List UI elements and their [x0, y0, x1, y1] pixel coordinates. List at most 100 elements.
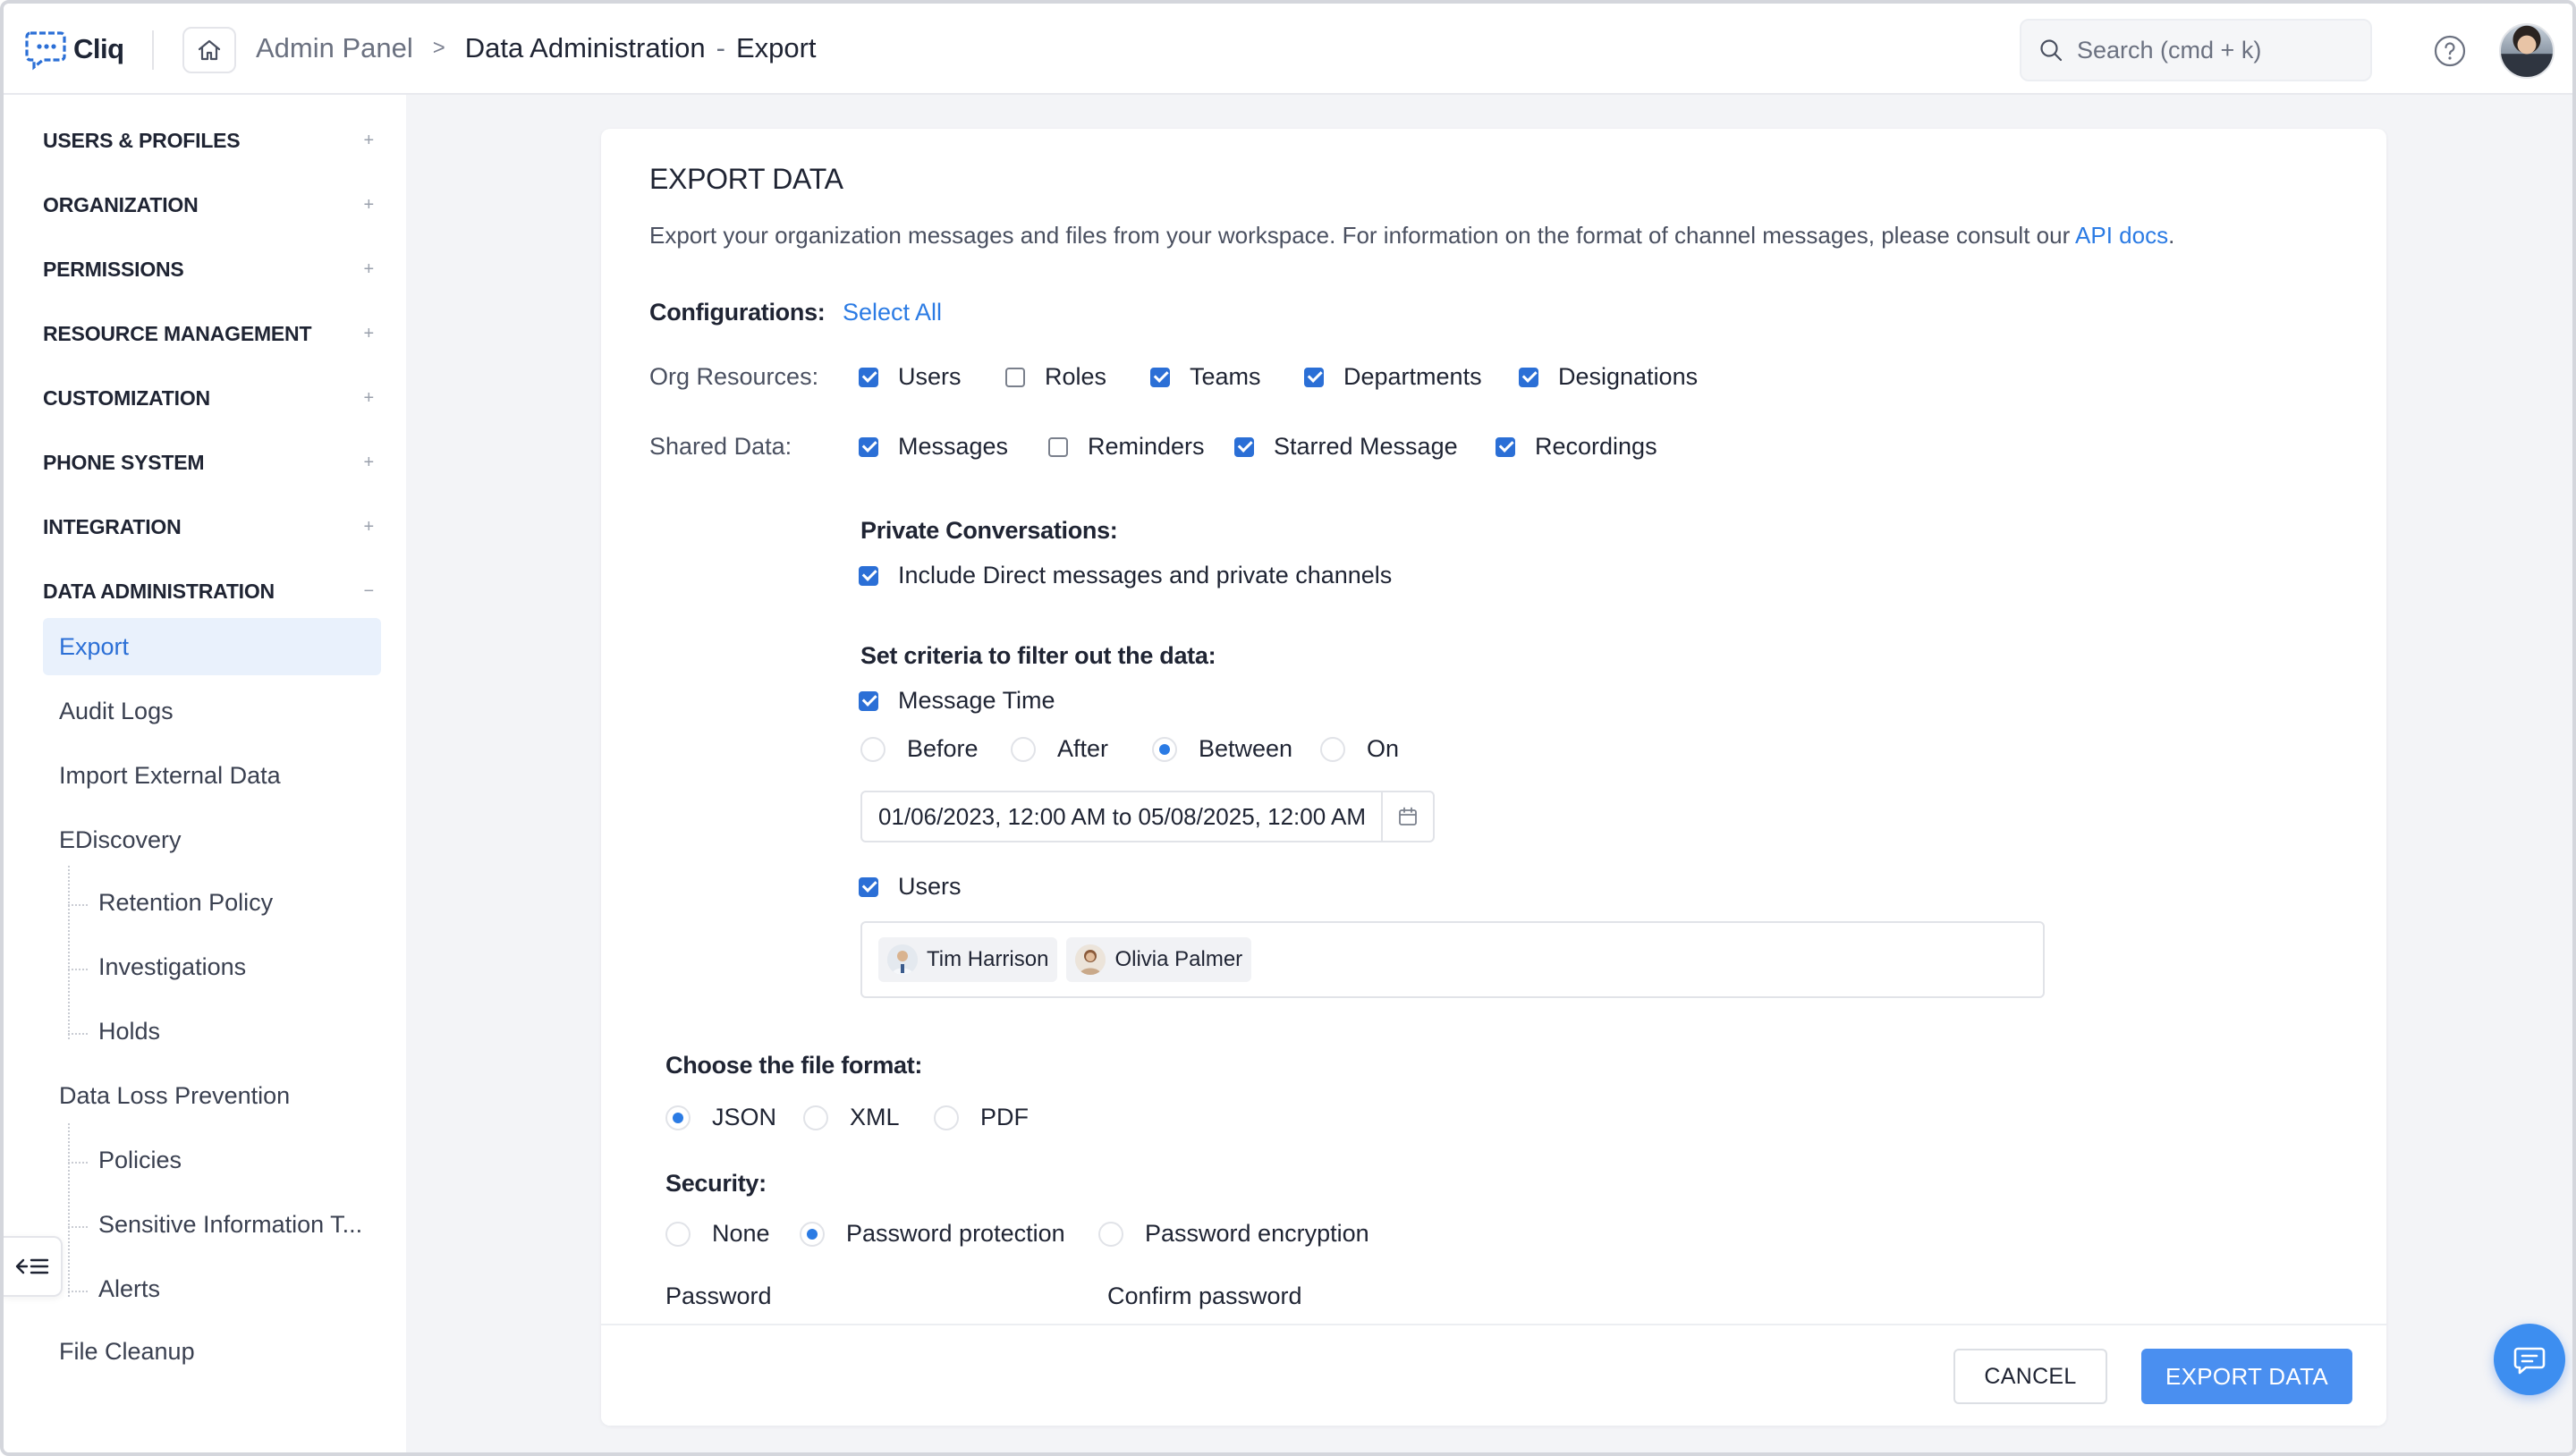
format-json-radio[interactable]: JSON — [665, 1104, 776, 1131]
sidebar-section-users-profiles[interactable]: USERS & PROFILES + — [43, 129, 374, 153]
search-bar[interactable] — [2020, 19, 2372, 81]
chat-button[interactable] — [2494, 1324, 2565, 1395]
sidebar-section-data-administration[interactable]: DATA ADMINISTRATION − — [43, 580, 374, 604]
sidebar-item-policies[interactable]: Policies — [98, 1147, 182, 1174]
org-users-checkbox[interactable]: Users — [859, 363, 962, 391]
breadcrumb: Admin Panel > Data Administration - Expo… — [256, 32, 817, 64]
breadcrumb-admin-panel[interactable]: Admin Panel — [256, 32, 413, 64]
sidebar-section-integration[interactable]: INTEGRATION + — [43, 515, 374, 539]
sidebar-item-file-cleanup[interactable]: File Cleanup — [43, 1323, 381, 1380]
time-after-radio[interactable]: After — [1011, 735, 1108, 763]
date-range-value[interactable]: 01/06/2023, 12:00 AM to 05/08/2025, 12:0… — [862, 803, 1381, 831]
checkbox-unchecked[interactable] — [1048, 436, 1068, 457]
export-data-button[interactable]: EXPORT DATA — [2141, 1349, 2352, 1404]
org-departments-checkbox[interactable]: Departments — [1304, 363, 1482, 391]
org-designations-checkbox[interactable]: Designations — [1519, 363, 1698, 391]
sidebar-item-alerts[interactable]: Alerts — [98, 1275, 160, 1303]
cliq-logo[interactable]: Cliq — [25, 27, 124, 72]
sidebar-item-sensitive-information[interactable]: Sensitive Information T... — [98, 1211, 362, 1239]
checkbox-checked[interactable] — [1150, 367, 1170, 387]
radio-unselected[interactable] — [860, 736, 886, 762]
tree-branch — [68, 969, 88, 970]
security-none-radio[interactable]: None — [665, 1220, 770, 1248]
radio-unselected[interactable] — [1320, 736, 1345, 762]
sidebar-section-organization[interactable]: ORGANIZATION + — [43, 193, 374, 217]
checkbox-checked[interactable] — [859, 436, 878, 457]
user-chip-name: Tim Harrison — [927, 947, 1049, 971]
collapse-icon: − — [363, 581, 375, 601]
cancel-button[interactable]: CANCEL — [1953, 1349, 2107, 1404]
export-data-card: EXPORT DATA Export your organization mes… — [601, 129, 2386, 1426]
user-avatar[interactable] — [2499, 23, 2555, 79]
admin-sidebar: USERS & PROFILES + ORGANIZATION + PERMISSI… — [4, 95, 406, 1452]
sidebar-item-data-loss-prevention[interactable]: Data Loss Prevention — [43, 1067, 381, 1124]
sidebar-item-audit-logs[interactable]: Audit Logs — [43, 682, 381, 740]
checkbox-checked[interactable] — [1519, 367, 1538, 387]
user-avatar-icon — [887, 944, 918, 975]
sidebar-item-export[interactable]: Export — [43, 618, 381, 675]
checkbox-checked[interactable] — [859, 565, 878, 586]
radio-unselected[interactable] — [803, 1105, 828, 1130]
sidebar-item-investigations[interactable]: Investigations — [98, 953, 246, 981]
checkbox-checked[interactable] — [1304, 367, 1324, 387]
select-all-link[interactable]: Select All — [843, 299, 942, 326]
filter-criteria-label: Set criteria to filter out the data: — [860, 642, 1216, 669]
sidebar-item-holds[interactable]: Holds — [98, 1018, 160, 1045]
tree-branch — [68, 1291, 88, 1292]
sidebar-section-permissions[interactable]: PERMISSIONS + — [43, 258, 374, 282]
breadcrumb-section: Data Administration — [464, 32, 706, 63]
search-input[interactable] — [2077, 36, 2345, 64]
format-pdf-radio[interactable]: PDF — [934, 1104, 1029, 1131]
tree-branch — [68, 1226, 88, 1228]
calendar-button[interactable] — [1381, 792, 1433, 841]
checkbox-unchecked[interactable] — [1005, 367, 1025, 387]
main-content: EXPORT DATA Export your organization mes… — [406, 95, 2572, 1452]
user-chip[interactable]: Olivia Palmer — [1066, 937, 1252, 982]
radio-unselected[interactable] — [665, 1221, 691, 1247]
collapse-sidebar-button[interactable] — [4, 1236, 63, 1297]
sidebar-item-ediscovery[interactable]: EDiscovery — [43, 811, 381, 868]
security-password-encryption-radio[interactable]: Password encryption — [1098, 1220, 1369, 1248]
time-between-radio[interactable]: Between — [1152, 735, 1292, 763]
radio-unselected[interactable] — [934, 1105, 959, 1130]
format-xml-radio[interactable]: XML — [803, 1104, 900, 1131]
help-icon[interactable] — [2433, 34, 2467, 68]
user-chip[interactable]: Tim Harrison — [878, 937, 1058, 982]
checkbox-checked[interactable] — [1234, 436, 1254, 457]
security-label: Security: — [665, 1170, 767, 1197]
radio-unselected[interactable] — [1098, 1221, 1123, 1247]
org-teams-checkbox[interactable]: Teams — [1150, 363, 1261, 391]
shared-data-label: Shared Data: — [649, 433, 792, 460]
time-on-radio[interactable]: On — [1320, 735, 1399, 763]
sidebar-section-customization[interactable]: CUSTOMIZATION + — [43, 386, 374, 411]
radio-selected[interactable] — [1152, 736, 1177, 762]
sidebar-section-phone-system[interactable]: PHONE SYSTEM + — [43, 451, 374, 475]
shared-messages-checkbox[interactable]: Messages — [859, 433, 1008, 461]
time-before-radio[interactable]: Before — [860, 735, 979, 763]
password-label: Password — [665, 1282, 772, 1309]
tree-branch — [68, 1162, 88, 1164]
org-roles-checkbox[interactable]: Roles — [1005, 363, 1106, 391]
checkbox-checked[interactable] — [859, 367, 878, 387]
date-range-field[interactable]: 01/06/2023, 12:00 AM to 05/08/2025, 12:0… — [860, 791, 1435, 842]
shared-reminders-checkbox[interactable]: Reminders — [1048, 433, 1205, 461]
sidebar-section-resource-management[interactable]: RESOURCE MANAGEMENT + — [43, 322, 374, 346]
app-window: Cliq Admin Panel > Data Administration -… — [0, 0, 2576, 1456]
shared-starred-message-checkbox[interactable]: Starred Message — [1234, 433, 1458, 461]
sidebar-item-retention-policy[interactable]: Retention Policy — [98, 889, 273, 917]
security-password-protection-radio[interactable]: Password protection — [800, 1220, 1065, 1248]
include-private-checkbox[interactable]: Include Direct messages and private chan… — [859, 562, 1392, 589]
checkbox-checked[interactable] — [1496, 436, 1515, 457]
api-docs-link[interactable]: API docs — [2075, 222, 2168, 249]
checkbox-checked[interactable] — [859, 690, 878, 711]
radio-unselected[interactable] — [1011, 736, 1036, 762]
radio-selected[interactable] — [800, 1221, 825, 1247]
home-button[interactable] — [182, 27, 236, 73]
users-selector-field[interactable]: Tim Harrison Olivia Palmer — [860, 921, 2045, 998]
radio-selected[interactable] — [665, 1105, 691, 1130]
sidebar-item-import-external-data[interactable]: Import External Data — [43, 747, 381, 804]
message-time-checkbox[interactable]: Message Time — [859, 687, 1055, 715]
filter-users-checkbox[interactable]: Users — [859, 873, 962, 901]
checkbox-checked[interactable] — [859, 876, 878, 897]
shared-recordings-checkbox[interactable]: Recordings — [1496, 433, 1657, 461]
